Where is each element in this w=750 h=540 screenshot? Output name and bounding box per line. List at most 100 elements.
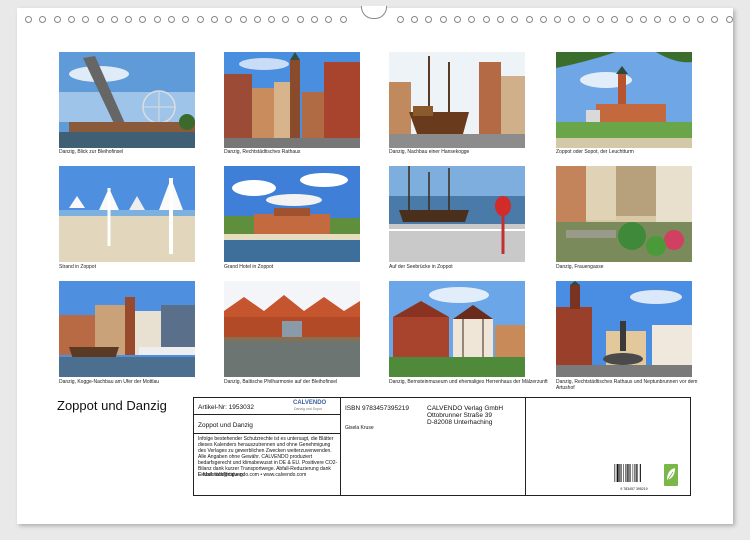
binding-hole [325, 16, 333, 23]
gdansk-ferris-wheel-photo-icon [59, 52, 195, 148]
binding-hole [439, 16, 447, 23]
photo-caption: Danzig, Nachbau einer Hansekogge [389, 149, 470, 155]
photo-caption: Grand Hotel in Zoppot [224, 264, 274, 270]
binding-hole [425, 16, 433, 23]
binding-hole [611, 16, 619, 23]
barcode-bar [623, 464, 624, 482]
barcode-bar [614, 464, 615, 482]
binding-hole [110, 16, 118, 23]
binding-hole [253, 16, 261, 23]
photo-baltic-philharmonic [224, 281, 360, 377]
motlawa-riverside-photo-icon [59, 281, 195, 377]
binding-hole [582, 16, 590, 23]
barcode-bar [628, 464, 630, 482]
photo-caption: Danzig, Baltische Philharmonie auf der B… [224, 379, 338, 385]
neptune-fountain-photo-icon [556, 281, 692, 377]
calendar-title: Zoppot und Danzig [57, 398, 167, 413]
barcode-bars [614, 464, 641, 482]
calendar-sheet: Danzig, Blick zur Bleihofinsel Danzig, R… [17, 6, 733, 524]
divider [525, 398, 526, 495]
barcode-bar [626, 464, 628, 482]
baltic-philharmonic-photo-icon [224, 281, 360, 377]
binding-hole [482, 16, 490, 23]
binding-hole [153, 16, 161, 23]
photo-caption: Danzig, Rechtstädtisches Rathaus [224, 149, 301, 155]
binding-hole [454, 16, 461, 23]
photo-caption: Zoppot oder Sopot, der Leuchtturm [556, 149, 634, 155]
photo-motlawa-riverside [59, 281, 195, 377]
grand-hotel-photo-icon [224, 166, 360, 262]
binding-hole [725, 16, 733, 23]
amber-museum-photo-icon [389, 281, 525, 377]
divider [194, 414, 340, 415]
barcode-bar [632, 464, 634, 482]
recycling-leaf-icon [664, 464, 678, 486]
binding-hole [282, 16, 290, 23]
photo-caption: Danzig, Bernsteinmuseum und ehemaliges H… [389, 379, 548, 385]
binding-hole [682, 16, 690, 23]
contact-line: E-Mail: info@calvendo.com • www.calvendo… [198, 472, 307, 478]
binding-hole [668, 16, 676, 23]
barcode-bar [639, 464, 641, 482]
publisher-city: D-82008 Unterhaching [427, 419, 493, 426]
photo-caption: Auf der Seebrücke in Zoppot [389, 264, 453, 270]
binding-hole [654, 16, 662, 23]
binding-hole [39, 16, 47, 23]
barcode-number: 9 783457 395219 [620, 487, 648, 491]
binding-hole [210, 16, 218, 23]
binding-hole [182, 16, 190, 23]
photo-caption: Strand in Zoppot [59, 264, 96, 270]
photo-hanseatic-cog [389, 52, 525, 148]
barcode-bar [621, 464, 622, 482]
binding-hole [625, 16, 633, 23]
binding-hole [225, 16, 233, 23]
gdansk-town-hall-photo-icon [224, 52, 360, 148]
photo-sopot-pier [389, 166, 525, 262]
binding-hole [539, 16, 547, 23]
binding-hole [239, 16, 247, 23]
binding-hole [268, 16, 276, 23]
calendar-name: Zoppot und Danzig [198, 422, 253, 429]
binding-hole [67, 16, 75, 23]
photo-gdansk-ferris-wheel [59, 52, 195, 148]
photo-neptune-fountain [556, 281, 692, 377]
photo-caption: Danzig, Rechtstädtisches Rathaus und Nep… [556, 379, 698, 391]
binding-hole [296, 16, 304, 23]
binding-hole [25, 16, 32, 23]
binding-hole [511, 16, 519, 23]
divider [340, 398, 341, 495]
barcode-bar [637, 464, 638, 482]
binding-hole [396, 16, 404, 23]
binding-hole [168, 16, 175, 23]
photo-amber-museum [389, 281, 525, 377]
photo-caption: Danzig, Frauengasse [556, 264, 604, 270]
photo-caption: Danzig, Blick zur Bleihofinsel [59, 149, 124, 155]
calvendo-logo-subtitle: Danzig und Sopot [294, 407, 322, 411]
binding-hole [196, 16, 204, 23]
mariacka-street-photo-icon [556, 166, 692, 262]
photo-caption: Danzig, Kogge-Nachbau am Ufer der Mottla… [59, 379, 160, 385]
binding-hole [311, 16, 318, 23]
binding-hole [82, 16, 90, 23]
binding-hole [568, 16, 576, 23]
binding-hole [639, 16, 647, 23]
binding-hole [496, 16, 504, 23]
sopot-lighthouse-photo-icon [556, 52, 692, 148]
article-number: Artikel-Nr: 1953032 [198, 404, 254, 411]
binding-hole [554, 16, 562, 23]
calvendo-logo: CALVENDO [293, 400, 327, 406]
barcode: 9 783457 395219 [613, 464, 655, 491]
binding-hole [597, 16, 604, 23]
binding-hole [96, 16, 104, 23]
binding-hole [525, 16, 533, 23]
sopot-beach-photo-icon [59, 166, 195, 262]
binding-hole [339, 16, 347, 23]
binding-hole [53, 16, 61, 23]
author-name: Gisela Kruse [345, 425, 374, 431]
photo-sopot-lighthouse [556, 52, 692, 148]
photo-gdansk-town-hall [224, 52, 360, 148]
isbn: ISBN 9783457395219 [345, 405, 409, 412]
barcode-bar [615, 464, 617, 482]
barcode-bar [625, 464, 626, 482]
barcode-bar [619, 464, 621, 482]
